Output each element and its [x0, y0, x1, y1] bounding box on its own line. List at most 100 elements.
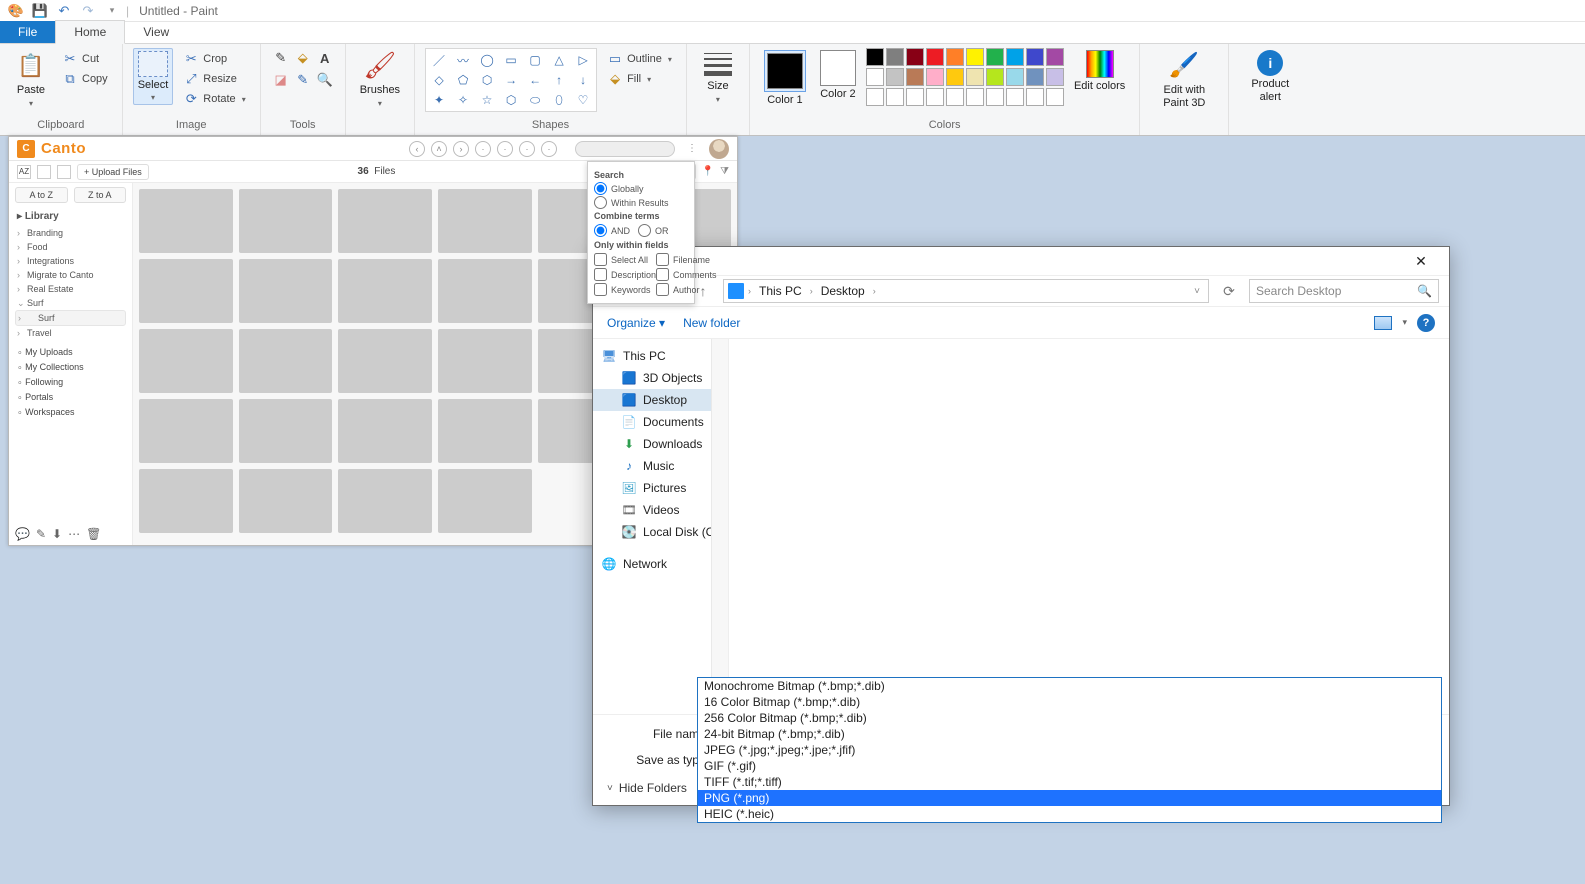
color-swatch[interactable]	[906, 48, 924, 66]
tab-home[interactable]: Home	[55, 20, 125, 44]
color-swatch[interactable]	[986, 88, 1004, 106]
side-link[interactable]: ∘ Following	[15, 375, 126, 390]
side-link[interactable]: ∘ Portals	[15, 390, 126, 405]
dropdown-option[interactable]: Monochrome Bitmap (*.bmp;*.dib)	[698, 678, 1441, 694]
color-swatch[interactable]	[946, 48, 964, 66]
save-icon[interactable]: 💾	[30, 1, 50, 21]
thumbnail[interactable]	[338, 329, 432, 393]
view-button[interactable]	[1374, 316, 1392, 330]
canto-search-input[interactable]	[575, 141, 675, 157]
color-swatch[interactable]	[1026, 68, 1044, 86]
shapes-gallery[interactable]: ／〰◯▭▢△▷ ◇⬠⬡→←↑↓ ✦✧☆⬡⬭⬯♡	[425, 48, 597, 112]
paste-button[interactable]: 📋 Paste ▾	[10, 48, 52, 109]
picker-tool[interactable]: ✎	[293, 70, 313, 90]
thumbnail[interactable]	[338, 259, 432, 323]
color-swatch[interactable]	[1006, 88, 1024, 106]
tree-node[interactable]: 🖼Pictures	[593, 477, 728, 499]
thumbnail[interactable]	[338, 399, 432, 463]
nav-c-icon[interactable]: ·	[475, 141, 491, 157]
dropdown-option[interactable]: 24-bit Bitmap (*.bmp;*.dib)	[698, 726, 1441, 742]
tree-node[interactable]: 💽Local Disk (C:)	[593, 521, 728, 543]
thumbnail[interactable]	[139, 189, 233, 253]
nav-next-icon[interactable]: ›	[453, 141, 469, 157]
nav-c-icon[interactable]: ·	[519, 141, 535, 157]
upload-button[interactable]: + Upload Files	[77, 164, 149, 180]
nav-c-icon[interactable]: ·	[541, 141, 557, 157]
dropdown-option[interactable]: TIFF (*.tif;*.tiff)	[698, 774, 1441, 790]
tree-item[interactable]: Integrations	[15, 254, 126, 268]
f-filename[interactable]: Filename	[656, 253, 717, 266]
close-button[interactable]: ✕	[1401, 249, 1441, 273]
combine-or[interactable]: OR	[638, 224, 669, 237]
sort-z-to-a[interactable]: Z to A	[74, 187, 127, 203]
color-swatch[interactable]	[946, 88, 964, 106]
tree-node[interactable]: 🎞Videos	[593, 499, 728, 521]
library-header[interactable]: ▸ Library	[15, 208, 126, 225]
palette-row-2[interactable]	[866, 68, 1064, 86]
thumbnail[interactable]	[438, 259, 532, 323]
tree-node[interactable]: 🖥This PC	[593, 345, 728, 367]
side-link[interactable]: ∘ My Collections	[15, 360, 126, 375]
thumbnail[interactable]	[239, 469, 333, 533]
eraser-tool[interactable]: ◪	[271, 70, 291, 90]
color-swatch[interactable]	[986, 48, 1004, 66]
color1-button[interactable]: Color 1	[760, 48, 810, 107]
color-swatch[interactable]	[966, 68, 984, 86]
thumbnail[interactable]	[239, 329, 333, 393]
thumbnail[interactable]	[438, 329, 532, 393]
resize-button[interactable]: ⤢Resize	[179, 70, 249, 88]
sort-az-icon[interactable]: AZ	[17, 165, 31, 179]
tree-item[interactable]: Migrate to Canto	[15, 268, 126, 282]
edit-colors-button[interactable]: Edit colors	[1070, 48, 1129, 93]
rotate-button[interactable]: ⟳Rotate	[179, 90, 249, 108]
product-alert-button[interactable]: i Product alert	[1239, 48, 1301, 104]
copy-button[interactable]: ⧉Copy	[58, 70, 112, 88]
dropdown-option[interactable]: PNG (*.png)	[698, 790, 1441, 806]
organize-button[interactable]: Organize ▾	[607, 316, 665, 330]
scope-global[interactable]: Globally	[594, 182, 688, 195]
file-list[interactable]	[729, 339, 1449, 714]
c-chat-icon[interactable]: 💬	[15, 527, 30, 541]
tree-node[interactable]: 📄Documents	[593, 411, 728, 433]
nav-up-icon[interactable]: ˄	[431, 141, 447, 157]
color-swatch[interactable]	[926, 88, 944, 106]
tree-node[interactable]: 🌐Network	[593, 553, 728, 575]
nav-prev-icon[interactable]: ‹	[409, 141, 425, 157]
color-swatch[interactable]	[1046, 88, 1064, 106]
pencil-tool[interactable]: ✎	[271, 48, 291, 68]
scrollbar-thumb[interactable]	[714, 343, 726, 361]
color-swatch[interactable]	[866, 68, 884, 86]
crumb-this-pc[interactable]: This PC	[753, 282, 808, 300]
thumbnail[interactable]	[139, 329, 233, 393]
tree-node[interactable]: 🟦3D Objects	[593, 367, 728, 389]
select-button[interactable]: Select ▾	[133, 48, 174, 105]
f-description[interactable]: Description	[594, 268, 656, 281]
color-swatch[interactable]	[866, 48, 884, 66]
zoom-tool[interactable]: 🔍	[315, 70, 335, 90]
thumbnail[interactable]	[139, 259, 233, 323]
color-swatch[interactable]	[946, 68, 964, 86]
sort-list-icon[interactable]	[57, 165, 71, 179]
f-selectall[interactable]: Select All	[594, 253, 656, 266]
fill-button[interactable]: ⬙Fill	[603, 70, 676, 88]
refresh-button[interactable]: ⟳	[1219, 281, 1239, 301]
size-button[interactable]: Size ▾	[697, 48, 739, 105]
thumbnail[interactable]	[338, 469, 432, 533]
search-box[interactable]: Search Desktop 🔍	[1249, 279, 1439, 303]
f-keywords[interactable]: Keywords	[594, 283, 656, 296]
f-comments[interactable]: Comments	[656, 268, 717, 281]
canto-more-icon[interactable]: ⋮	[687, 143, 697, 154]
c-edit-icon[interactable]: ✎	[36, 527, 46, 541]
crop-button[interactable]: ✂Crop	[179, 50, 249, 68]
pin-icon[interactable]: 📍	[702, 166, 714, 177]
tree-item[interactable]: Travel	[15, 326, 126, 340]
brushes-button[interactable]: 🖌 Brushes ▾	[356, 48, 404, 109]
tree-item[interactable]: Surf	[15, 310, 126, 326]
c-more-icon[interactable]: ⋯	[68, 527, 80, 541]
canto-avatar[interactable]	[709, 139, 729, 159]
tree-node[interactable]: ⬇Downloads	[593, 433, 728, 455]
tree-item[interactable]: Branding	[15, 226, 126, 240]
color-swatch[interactable]	[926, 68, 944, 86]
color-swatch[interactable]	[906, 88, 924, 106]
tree-item[interactable]: Surf	[15, 296, 126, 310]
